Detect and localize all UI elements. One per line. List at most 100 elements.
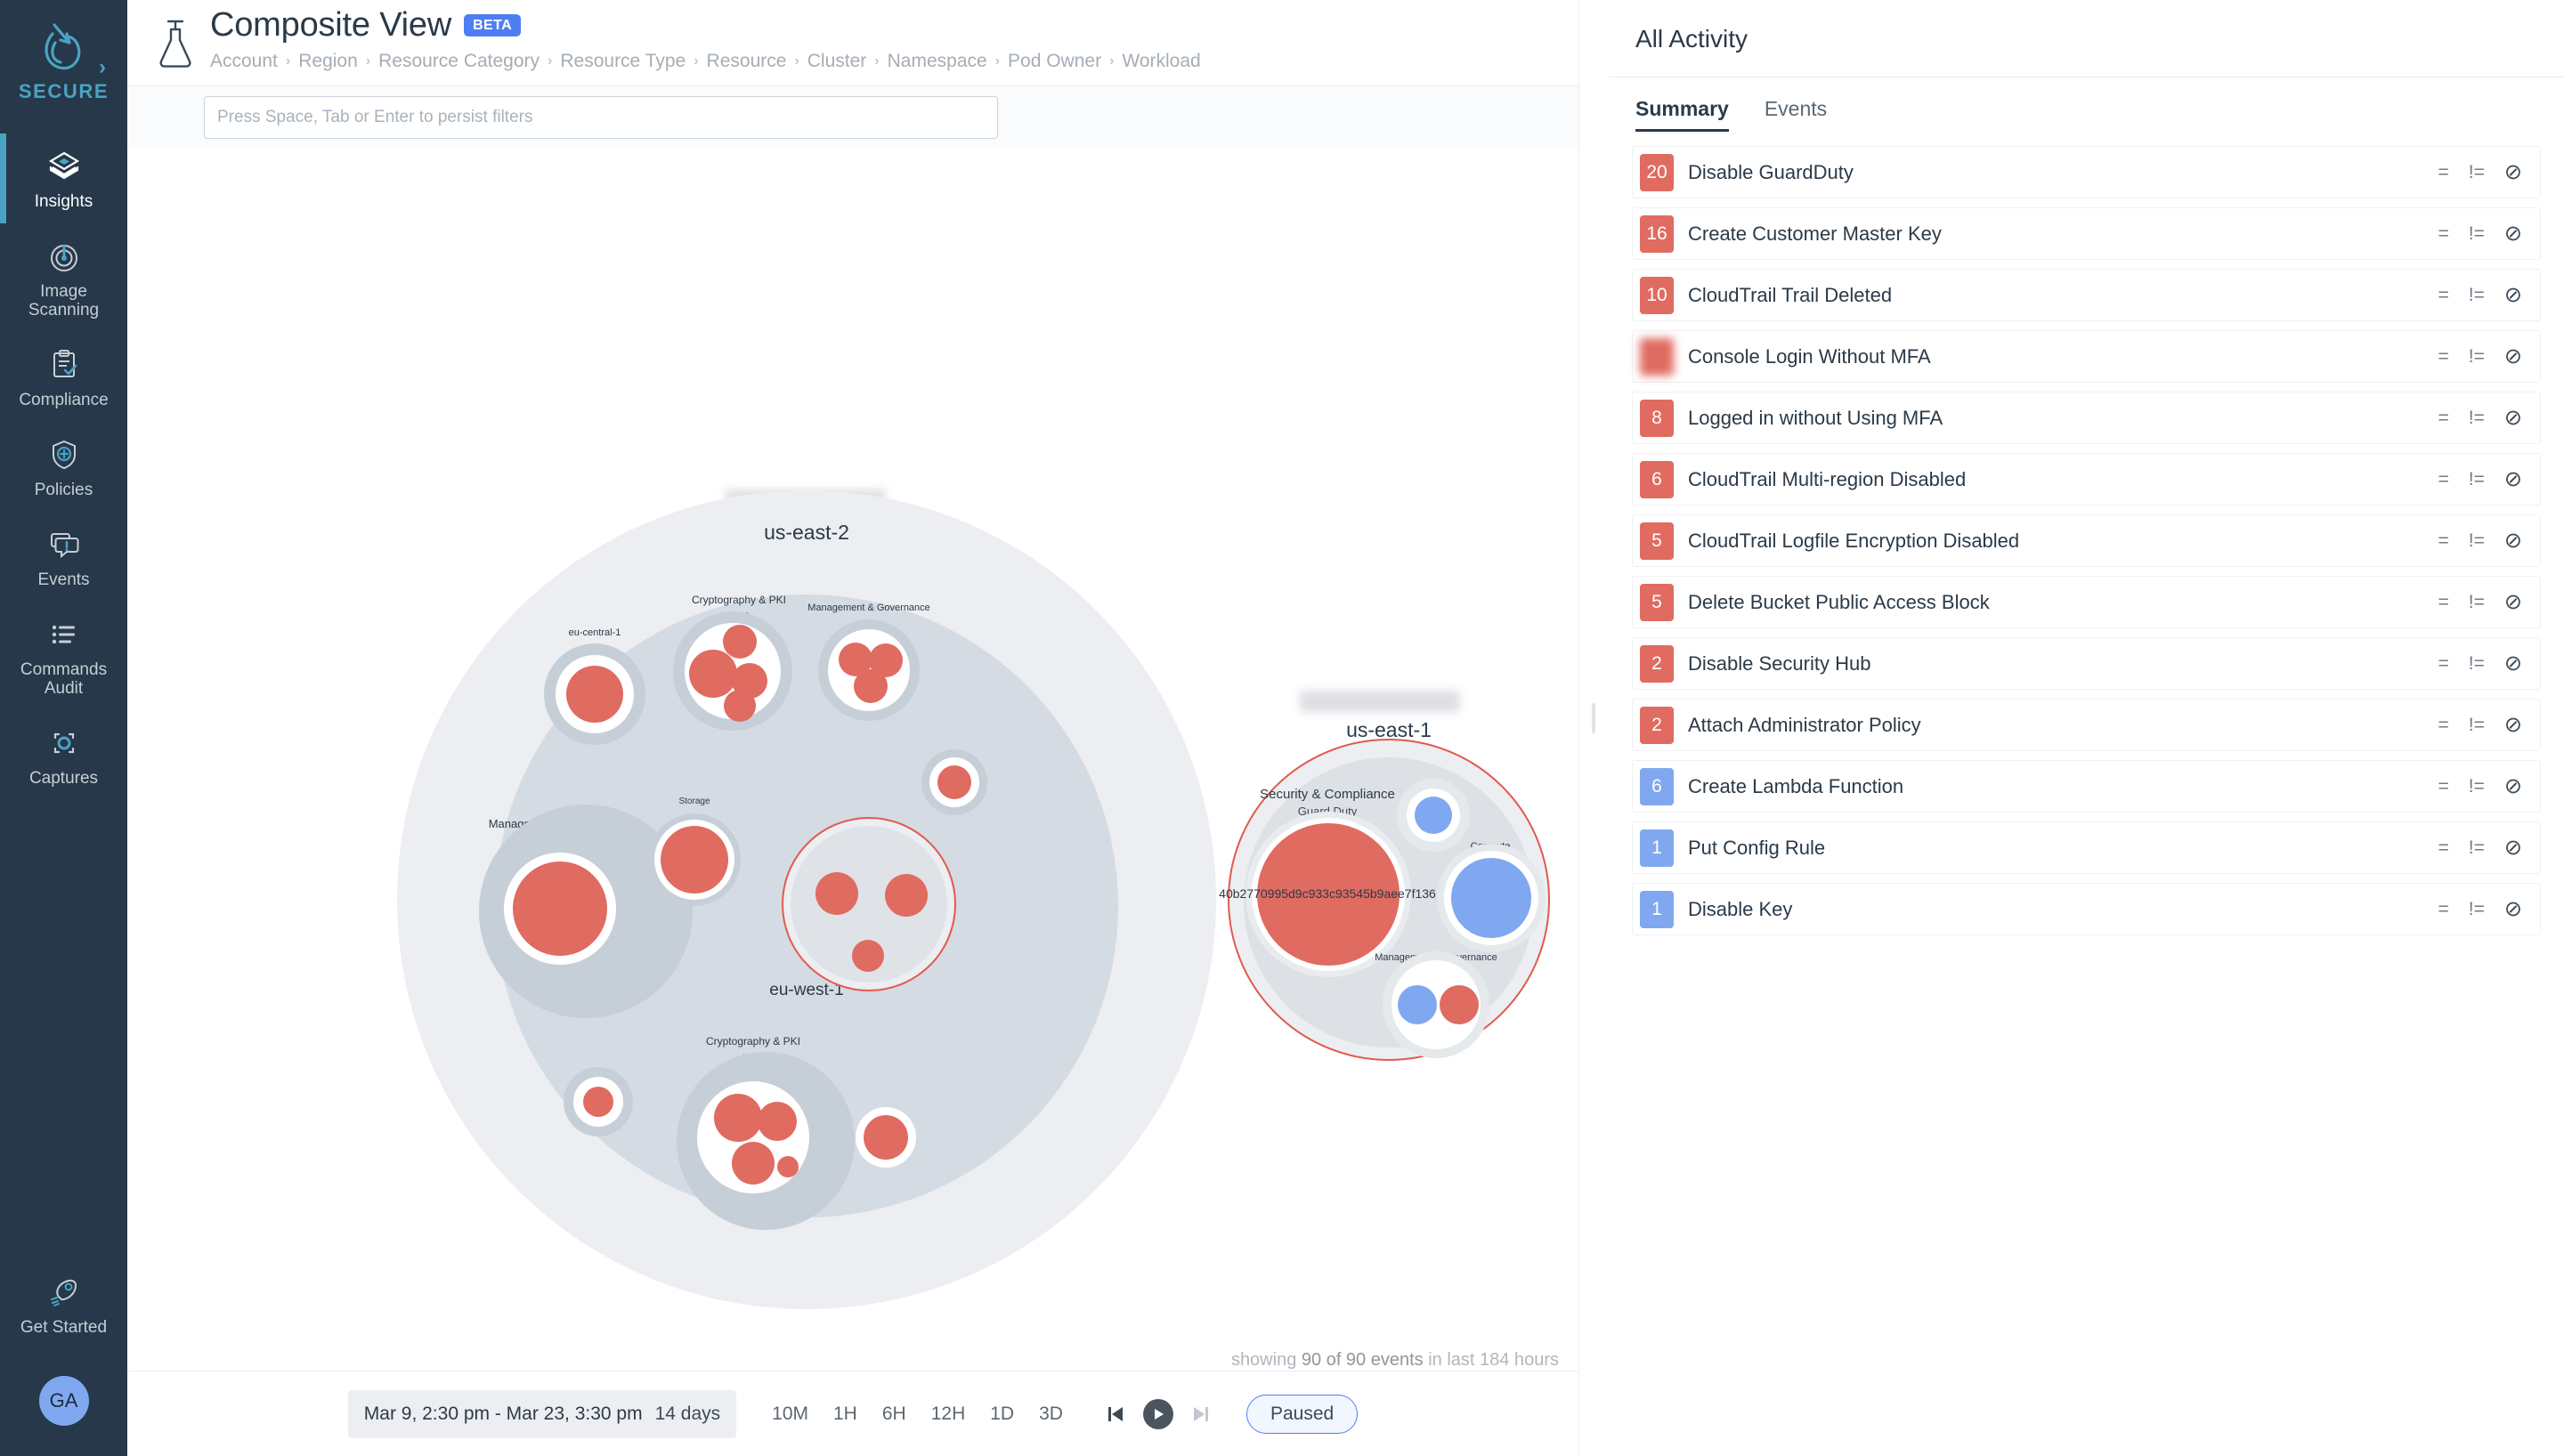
- activity-count-badge: 5: [1640, 522, 1674, 560]
- chevron-right-icon: ›: [694, 53, 698, 69]
- not-equals-icon[interactable]: !=: [2469, 286, 2485, 304]
- breadcrumb-item-cluster[interactable]: Cluster: [807, 51, 867, 72]
- activity-row[interactable]: 16Create Customer Master Key=!=⊘: [1632, 207, 2541, 260]
- bubble-pack-svg[interactable]: us-east-2 eu-central-1 Cryptography & PK…: [127, 148, 1578, 1371]
- equals-icon[interactable]: =: [2438, 716, 2449, 734]
- panel-resize-handle[interactable]: [1592, 703, 1595, 733]
- sidebar-item-insights[interactable]: Insights: [0, 133, 127, 223]
- not-equals-icon[interactable]: !=: [2469, 408, 2485, 427]
- block-icon[interactable]: ⊘: [2504, 776, 2522, 797]
- sidebar-item-compliance[interactable]: Compliance: [0, 332, 127, 422]
- block-icon[interactable]: ⊘: [2504, 530, 2522, 552]
- sidebar-item-image-scanning[interactable]: ImageScanning: [0, 223, 127, 332]
- activity-row[interactable]: 2Disable Security Hub=!=⊘: [1632, 637, 2541, 690]
- equals-icon[interactable]: =: [2438, 286, 2449, 304]
- skip-forward-icon[interactable]: [1188, 1401, 1214, 1428]
- time-range-picker[interactable]: Mar 9, 2:30 pm - Mar 23, 3:30 pm 14 days: [348, 1390, 736, 1438]
- equals-icon[interactable]: =: [2438, 777, 2449, 796]
- filter-bar: [127, 85, 1578, 148]
- breadcrumb-item-region[interactable]: Region: [298, 51, 358, 72]
- activity-row-label: Logged in without Using MFA: [1688, 407, 2438, 430]
- brand[interactable]: › SECURE: [0, 16, 127, 103]
- block-icon[interactable]: ⊘: [2504, 899, 2522, 920]
- not-equals-icon[interactable]: !=: [2469, 777, 2485, 796]
- composite-view-chart[interactable]: us-east-2 eu-central-1 Cryptography & PK…: [127, 148, 1578, 1371]
- equals-icon[interactable]: =: [2438, 163, 2449, 182]
- not-equals-icon[interactable]: !=: [2469, 347, 2485, 366]
- playback-status-button[interactable]: Paused: [1246, 1395, 1358, 1434]
- not-equals-icon[interactable]: !=: [2469, 654, 2485, 673]
- granularity-1d[interactable]: 1D: [978, 1403, 1026, 1425]
- not-equals-icon[interactable]: !=: [2469, 531, 2485, 550]
- play-icon[interactable]: [1143, 1399, 1173, 1429]
- breadcrumb: Account › Region › Resource Category › R…: [210, 51, 1201, 72]
- activity-row[interactable]: 6Create Lambda Function=!=⊘: [1632, 760, 2541, 813]
- block-icon[interactable]: ⊘: [2504, 469, 2522, 490]
- sidebar-item-captures[interactable]: Captures: [0, 710, 127, 800]
- granularity-6h[interactable]: 6H: [870, 1403, 919, 1425]
- not-equals-icon[interactable]: !=: [2469, 716, 2485, 734]
- filter-input[interactable]: [204, 96, 998, 139]
- breadcrumb-item-account[interactable]: Account: [210, 51, 278, 72]
- not-equals-icon[interactable]: !=: [2469, 470, 2485, 489]
- sidebar-item-events[interactable]: Events: [0, 512, 127, 602]
- not-equals-icon[interactable]: !=: [2469, 900, 2485, 918]
- tab-summary[interactable]: Summary: [1635, 97, 1729, 132]
- activity-row[interactable]: 8Logged in without Using MFA=!=⊘: [1632, 392, 2541, 444]
- avatar[interactable]: GA: [39, 1376, 89, 1426]
- granularity-group: 10M 1H 6H 12H 1D 3D: [759, 1403, 1075, 1425]
- breadcrumb-item-namespace[interactable]: Namespace: [888, 51, 987, 72]
- equals-icon[interactable]: =: [2438, 408, 2449, 427]
- granularity-12h[interactable]: 12H: [919, 1403, 978, 1425]
- sidebar-item-get-started[interactable]: Get Started: [0, 1259, 127, 1349]
- chevron-right-icon[interactable]: ›: [99, 55, 106, 80]
- activity-row[interactable]: 1Put Config Rule=!=⊘: [1632, 821, 2541, 874]
- block-icon[interactable]: ⊘: [2504, 162, 2522, 183]
- equals-icon[interactable]: =: [2438, 531, 2449, 550]
- granularity-3d[interactable]: 3D: [1026, 1403, 1075, 1425]
- activity-row[interactable]: 9Console Login Without MFA=!=⊘: [1632, 330, 2541, 383]
- activity-row[interactable]: 5Delete Bucket Public Access Block=!=⊘: [1632, 576, 2541, 628]
- sidebar-item-policies[interactable]: Policies: [0, 422, 127, 512]
- breadcrumb-item-pod-owner[interactable]: Pod Owner: [1008, 51, 1101, 72]
- equals-icon[interactable]: =: [2438, 347, 2449, 366]
- not-equals-icon[interactable]: !=: [2469, 838, 2485, 857]
- equals-icon[interactable]: =: [2438, 593, 2449, 611]
- skip-back-icon[interactable]: [1102, 1401, 1129, 1428]
- sidebar-item-label: Policies: [35, 481, 93, 499]
- not-equals-icon[interactable]: !=: [2469, 593, 2485, 611]
- activity-row[interactable]: 2Attach Administrator Policy=!=⊘: [1632, 699, 2541, 751]
- activity-row[interactable]: 6CloudTrail Multi-region Disabled=!=⊘: [1632, 453, 2541, 506]
- equals-icon[interactable]: =: [2438, 470, 2449, 489]
- granularity-1h[interactable]: 1H: [821, 1403, 870, 1425]
- not-equals-icon[interactable]: !=: [2469, 224, 2485, 243]
- group-label-crypto-pki: Cryptography & PKI: [706, 1035, 800, 1048]
- block-icon[interactable]: ⊘: [2504, 346, 2522, 368]
- block-icon[interactable]: ⊘: [2504, 408, 2522, 429]
- sidebar-item-commands-audit[interactable]: CommandsAudit: [0, 602, 127, 710]
- activity-row[interactable]: 20Disable GuardDuty=!=⊘: [1632, 146, 2541, 198]
- block-icon[interactable]: ⊘: [2504, 837, 2522, 859]
- equals-icon[interactable]: =: [2438, 654, 2449, 673]
- sidebar-item-label: Compliance: [19, 391, 108, 409]
- granularity-10m[interactable]: 10M: [759, 1403, 821, 1425]
- block-icon[interactable]: ⊘: [2504, 592, 2522, 613]
- equals-icon[interactable]: =: [2438, 838, 2449, 857]
- tab-events[interactable]: Events: [1765, 97, 1827, 132]
- block-icon[interactable]: ⊘: [2504, 285, 2522, 306]
- not-equals-icon[interactable]: !=: [2469, 163, 2485, 182]
- breadcrumb-item-workload[interactable]: Workload: [1122, 51, 1200, 72]
- activity-row[interactable]: 10CloudTrail Trail Deleted=!=⊘: [1632, 269, 2541, 321]
- equals-icon[interactable]: =: [2438, 900, 2449, 918]
- breadcrumb-item-resource-type[interactable]: Resource Type: [560, 51, 686, 72]
- sidebar-item-label: Captures: [29, 769, 98, 788]
- block-icon[interactable]: ⊘: [2504, 715, 2522, 736]
- breadcrumb-item-resource-category[interactable]: Resource Category: [378, 51, 540, 72]
- block-icon[interactable]: ⊘: [2504, 223, 2522, 245]
- activity-row[interactable]: 1Disable Key=!=⊘: [1632, 883, 2541, 935]
- activity-row[interactable]: 5CloudTrail Logfile Encryption Disabled=…: [1632, 514, 2541, 567]
- panel-resize-rail[interactable]: [1578, 0, 1609, 1456]
- breadcrumb-item-resource[interactable]: Resource: [707, 51, 787, 72]
- block-icon[interactable]: ⊘: [2504, 653, 2522, 675]
- equals-icon[interactable]: =: [2438, 224, 2449, 243]
